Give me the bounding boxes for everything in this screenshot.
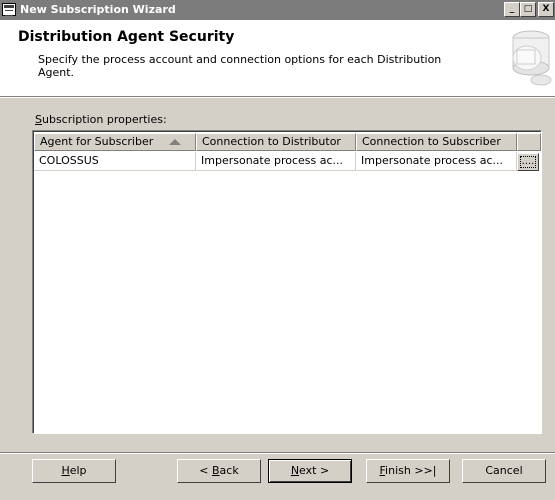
footer-divider-highlight [0, 453, 555, 454]
help-button[interactable]: Help [32, 459, 116, 483]
help-label: elp [69, 464, 87, 477]
back-prefix: < [199, 464, 212, 477]
cell-agent[interactable]: COLOSSUS [34, 152, 196, 171]
back-label: ack [219, 464, 239, 477]
subscription-properties-grid[interactable]: Agent for Subscriber Connection to Distr… [32, 130, 542, 434]
window-title: New Subscription Wizard [20, 3, 176, 16]
maximize-button[interactable]: □ [520, 2, 536, 17]
window-icon [2, 3, 16, 16]
close-button[interactable]: X [538, 2, 554, 17]
finish-label: inish >>| [385, 464, 437, 477]
column-header-agent[interactable]: Agent for Subscriber [34, 133, 196, 151]
grid-body: Agent for Subscriber Connection to Distr… [33, 131, 541, 433]
column-header-agent-label: Agent for Subscriber [40, 135, 154, 148]
minimize-button[interactable]: _ [504, 2, 520, 17]
label-text: ubscription properties: [41, 113, 167, 126]
column-header-action [517, 133, 541, 151]
column-header-distributor[interactable]: Connection to Distributor [196, 133, 356, 151]
wizard-header: Distribution Agent Security Specify the … [0, 20, 555, 96]
next-label: ext > [299, 464, 330, 477]
label-mnemonic: S [35, 113, 42, 126]
subscription-properties-label: Subscription properties: [35, 113, 167, 126]
column-header-subscriber[interactable]: Connection to Subscriber [356, 133, 517, 151]
cancel-button[interactable]: Cancel [462, 459, 546, 483]
edit-security-ellipsis-button[interactable]: .... [517, 153, 539, 171]
cell-connection-to-distributor[interactable]: Impersonate process ac... [196, 152, 356, 171]
finish-button[interactable]: Finish >>| [366, 459, 450, 483]
sort-ascending-icon [169, 139, 181, 145]
page-title: Distribution Agent Security [18, 29, 235, 45]
help-mnemonic: H [61, 464, 70, 477]
focus-rectangle [520, 156, 536, 168]
next-button[interactable]: Next > [268, 459, 352, 483]
page-description: Specify the process account and connecti… [38, 53, 442, 79]
column-header-distributor-label: Connection to Distributor [202, 135, 341, 148]
cell-connection-to-subscriber[interactable]: Impersonate process ac... [356, 152, 517, 171]
wizard-banner-icon [512, 30, 552, 86]
back-mnemonic: B [212, 464, 220, 477]
header-divider-highlight [0, 97, 555, 98]
wizard-window: New Subscription Wizard _ □ X Distributi… [0, 0, 555, 500]
column-header-subscriber-label: Connection to Subscriber [362, 135, 501, 148]
next-mnemonic: N [290, 464, 300, 477]
title-bar[interactable]: New Subscription Wizard _ □ X [0, 0, 555, 20]
back-button[interactable]: < Back [177, 459, 261, 483]
